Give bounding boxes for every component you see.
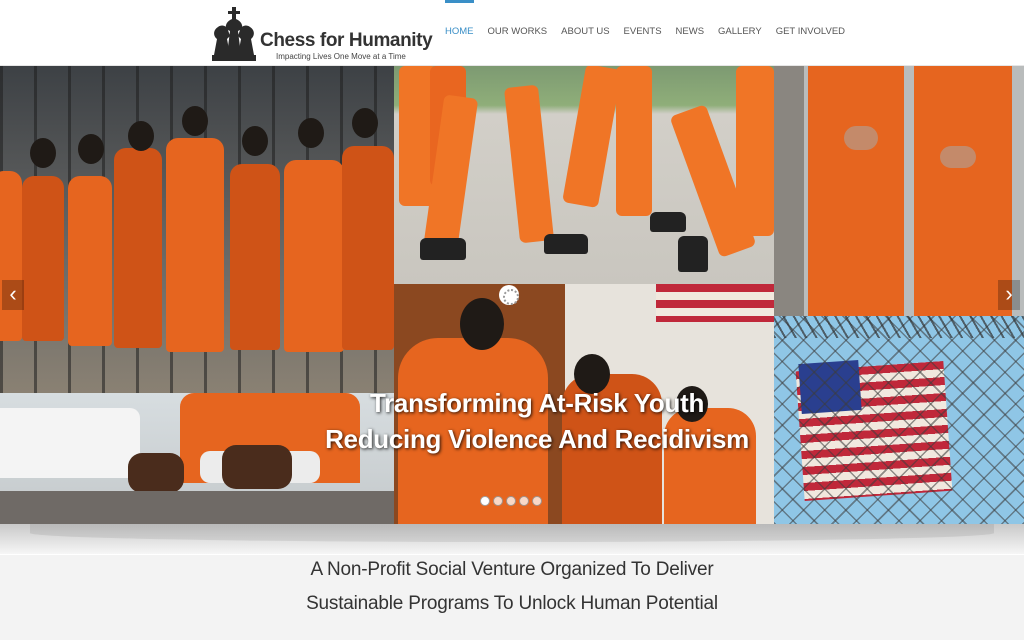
mission-line-2: Sustainable Programs To Unlock Human Pot… [306,593,718,614]
nav-get-involved[interactable]: GET INVOLVED [769,0,852,66]
slider-caption-line-1: Transforming At-Risk Youth [369,388,705,418]
chevron-left-icon[interactable]: ‹ [2,280,24,310]
slider-dot-1[interactable] [480,496,490,506]
nav-our-works[interactable]: OUR WORKS [481,0,555,66]
slider-caption-line-2: Reducing Violence And Recidivism [325,424,749,454]
nav-home[interactable]: HOME [438,0,481,66]
site-header: Chess for Humanity Impacting Lives One M… [0,0,1024,66]
slide-image-handcuffed-inmates [774,66,1024,316]
slide-image-walking-inmates [394,66,774,284]
mission-line-1: A Non-Profit Social Venture Organized To… [310,559,714,580]
slider-dot-3[interactable] [506,496,516,506]
mission-statement: A Non-Profit Social Venture Organized To… [0,555,1024,640]
nav-about-us[interactable]: ABOUT US [554,0,616,66]
slider-dot-5[interactable] [532,496,542,506]
chess-pieces-icon [212,7,256,61]
hero-slider[interactable]: Transforming At-Risk Youth Reducing Viol… [0,66,1024,524]
logo-title: Chess for Humanity [260,30,433,51]
slider-shadow [0,524,1024,554]
slider-dot-4[interactable] [519,496,529,506]
loading-spinner-icon [499,285,519,305]
nav-news[interactable]: NEWS [669,0,712,66]
slider-pagination [480,496,542,506]
slide-image-inmates-line [0,66,394,393]
main-nav: HOME OUR WORKS ABOUT US EVENTS NEWS GALL… [438,0,852,66]
site-logo[interactable]: Chess for Humanity Impacting Lives One M… [210,3,433,63]
logo-tagline: Impacting Lives One Move at a Time [276,52,406,61]
chevron-right-icon[interactable]: › [998,280,1020,310]
nav-events[interactable]: EVENTS [617,0,669,66]
slider-dot-2[interactable] [493,496,503,506]
nav-gallery[interactable]: GALLERY [711,0,769,66]
slide-image-flag-fence [774,316,1024,524]
